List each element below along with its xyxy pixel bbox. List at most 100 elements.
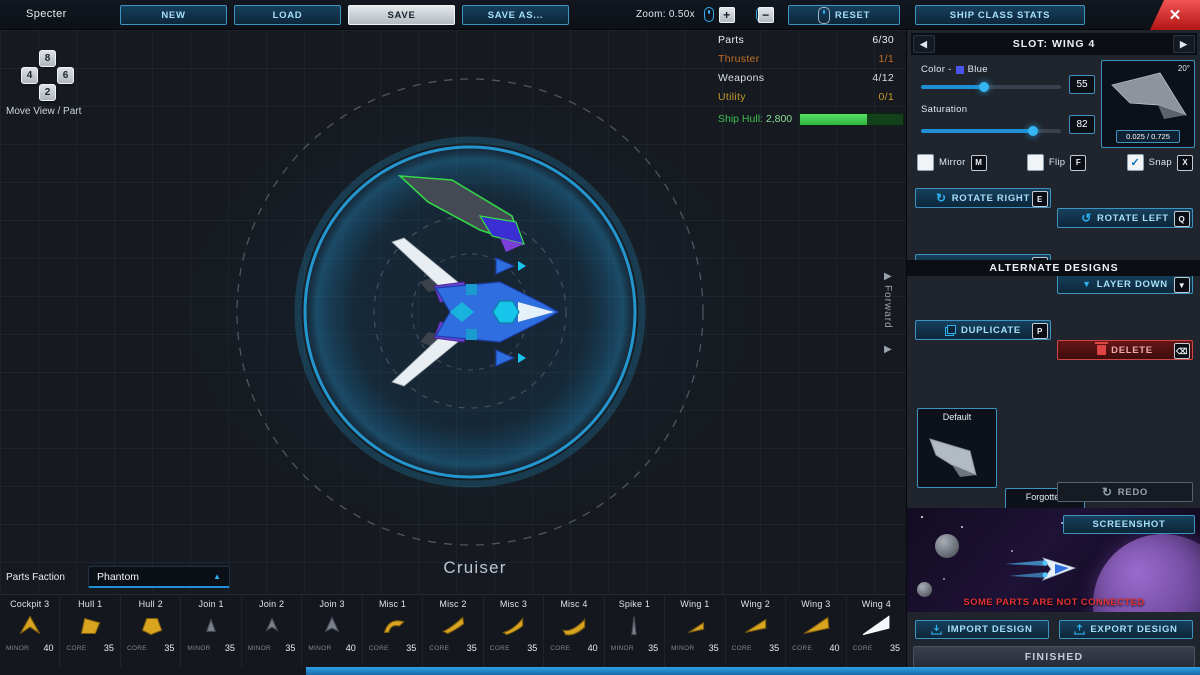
flip-checkbox[interactable]	[1027, 154, 1044, 171]
delete-keycap: ⌫	[1174, 343, 1190, 359]
stars	[921, 516, 923, 518]
part-item-join-2[interactable]: Join 2 MINOR35	[241, 595, 301, 668]
wing-icon	[680, 613, 710, 639]
part-item-wing-4-selected[interactable]: Wing 4 CORE35	[846, 595, 906, 668]
part-item-misc-2[interactable]: Misc 2 CORE35	[422, 595, 482, 668]
hull-icon	[136, 613, 166, 639]
redo-button[interactable]: ↻ REDO	[1057, 482, 1193, 502]
part-item-cockpit-3[interactable]: Cockpit 3 MINOR40	[0, 595, 59, 668]
part-item-wing-3[interactable]: Wing 3 CORE40	[785, 595, 845, 668]
snap-checkbox[interactable]: ✓	[1127, 154, 1144, 171]
export-design-button[interactable]: EXPORT DESIGN	[1059, 620, 1193, 639]
color-swatch	[956, 66, 964, 74]
design-default-wing	[918, 425, 996, 487]
layer-down-keycap: ▼	[1174, 277, 1190, 293]
finished-button[interactable]: FINISHED	[913, 646, 1195, 668]
import-design-button[interactable]: IMPORT DESIGN	[915, 620, 1049, 639]
stat-row-weapons: Weapons4/12	[718, 72, 894, 90]
design-thumb-default[interactable]: Default	[917, 408, 997, 488]
part-item-misc-4[interactable]: Misc 4 CORE40	[543, 595, 603, 668]
faction-value: Phantom	[97, 571, 213, 583]
stat-row-utility: Utility0/1	[718, 91, 894, 109]
rotate-right-button[interactable]: ↻ ROTATE RIGHT E	[915, 188, 1051, 208]
part-item-wing-2[interactable]: Wing 2 CORE35	[725, 595, 785, 668]
trash-icon	[1097, 345, 1106, 355]
save-button[interactable]: SAVE	[348, 5, 455, 25]
snap-keycap: X	[1177, 155, 1193, 171]
hull-bar-fill	[800, 114, 867, 125]
forward-arrow-icon: ▶	[884, 271, 892, 282]
left-arrow-icon: ◀	[920, 39, 928, 50]
part-item-join-3[interactable]: Join 3 MINOR40	[301, 595, 361, 668]
join-icon	[257, 613, 287, 639]
import-icon	[931, 624, 942, 635]
hull-bar	[799, 113, 904, 126]
forward-label: Forward	[882, 285, 893, 343]
check-icon: ✓	[1130, 156, 1139, 169]
zoom-out-button[interactable]: −	[758, 7, 774, 23]
mirror-checkbox[interactable]	[917, 154, 934, 171]
part-preview: 20° 0.025 / 0.725	[1101, 60, 1195, 148]
saturation-slider[interactable]	[921, 129, 1061, 133]
rotate-right-keycap: E	[1032, 191, 1048, 207]
middle-mouse-icon	[818, 7, 830, 24]
snap-toggle[interactable]: ✓ Snap X	[1127, 154, 1193, 171]
duplicate-icon	[945, 325, 956, 336]
saturation-value: 82	[1069, 115, 1095, 134]
close-button[interactable]: ✕	[1150, 0, 1200, 30]
part-item-misc-1[interactable]: Misc 1 CORE35	[362, 595, 422, 668]
zoom-in-button[interactable]: +	[719, 7, 735, 23]
reset-view-button[interactable]: RESET	[788, 5, 900, 25]
dropdown-arrow-icon: ▲	[213, 572, 221, 581]
new-button[interactable]: NEW	[120, 5, 227, 25]
save-as-button[interactable]: SAVE AS...	[462, 5, 569, 25]
bottom-accent-strip	[306, 667, 1200, 675]
saturation-slider-knob[interactable]	[1028, 126, 1038, 136]
part-item-spike-1[interactable]: Spike 1 MINOR35	[604, 595, 664, 668]
cockpit-icon	[15, 613, 45, 639]
hull-icon	[75, 613, 105, 639]
flip-keycap: F	[1070, 155, 1086, 171]
join-icon	[196, 613, 226, 639]
rotate-ccw-icon: ↺	[1081, 212, 1092, 224]
ship-sprite	[1003, 550, 1099, 590]
prev-slot-button[interactable]: ◀	[913, 35, 935, 53]
asteroid	[917, 582, 932, 597]
part-scale: 0.025 / 0.725	[1116, 130, 1180, 143]
rotate-left-button[interactable]: ↺ ROTATE LEFT Q	[1057, 208, 1193, 228]
faction-label: Parts Faction	[6, 572, 65, 583]
part-item-join-1[interactable]: Join 1 MINOR35	[180, 595, 240, 668]
slot-header: ◀ SLOT: WING 4 ▶	[911, 33, 1197, 55]
join-icon	[317, 613, 347, 639]
stat-row-parts: Parts6/30	[718, 34, 894, 52]
connection-warning: SOME PARTS ARE NOT CONNECTED	[907, 597, 1200, 608]
part-item-wing-1[interactable]: Wing 1 MINOR35	[664, 595, 724, 668]
part-item-misc-3[interactable]: Misc 3 CORE35	[483, 595, 543, 668]
rotate-cw-icon: ↻	[936, 192, 947, 204]
color-slider[interactable]	[921, 85, 1061, 89]
misc-icon	[378, 613, 408, 639]
next-slot-button[interactable]: ▶	[1173, 35, 1195, 53]
load-button[interactable]: LOAD	[234, 5, 341, 25]
delete-button[interactable]: DELETE ⌫	[1057, 340, 1193, 360]
screenshot-preview: SCREENSHOT SOME PARTS ARE NOT CONNECTED	[907, 508, 1200, 612]
color-value: 55	[1069, 75, 1095, 94]
screenshot-button[interactable]: SCREENSHOT	[1063, 515, 1195, 534]
numpad-6-key: 6	[57, 67, 74, 84]
flip-toggle[interactable]: Flip F	[1027, 154, 1087, 171]
mouse-scroll-icon	[704, 7, 714, 22]
ship-editor-window: Specter NEW LOAD SAVE SAVE AS... Zoom: 0…	[0, 0, 1200, 675]
saturation-label: Saturation	[921, 104, 967, 115]
move-hint-label: Move View / Part	[6, 106, 81, 117]
duplicate-button[interactable]: DUPLICATE P	[915, 320, 1051, 340]
faction-dropdown[interactable]: Phantom ▲	[88, 566, 230, 588]
misc-icon	[559, 613, 589, 639]
color-slider-knob[interactable]	[979, 82, 989, 92]
part-item-hull-2[interactable]: Hull 2 CORE35	[120, 595, 180, 668]
part-angle: 20°	[1178, 64, 1190, 73]
part-item-hull-1[interactable]: Hull 1 CORE35	[59, 595, 119, 668]
ship-class-stats-button[interactable]: SHIP CLASS STATS	[915, 5, 1085, 25]
duplicate-keycap: P	[1032, 323, 1048, 339]
mirror-toggle[interactable]: Mirror M	[917, 154, 987, 171]
layer-down-button[interactable]: ▼ LAYER DOWN ▼	[1057, 274, 1193, 294]
